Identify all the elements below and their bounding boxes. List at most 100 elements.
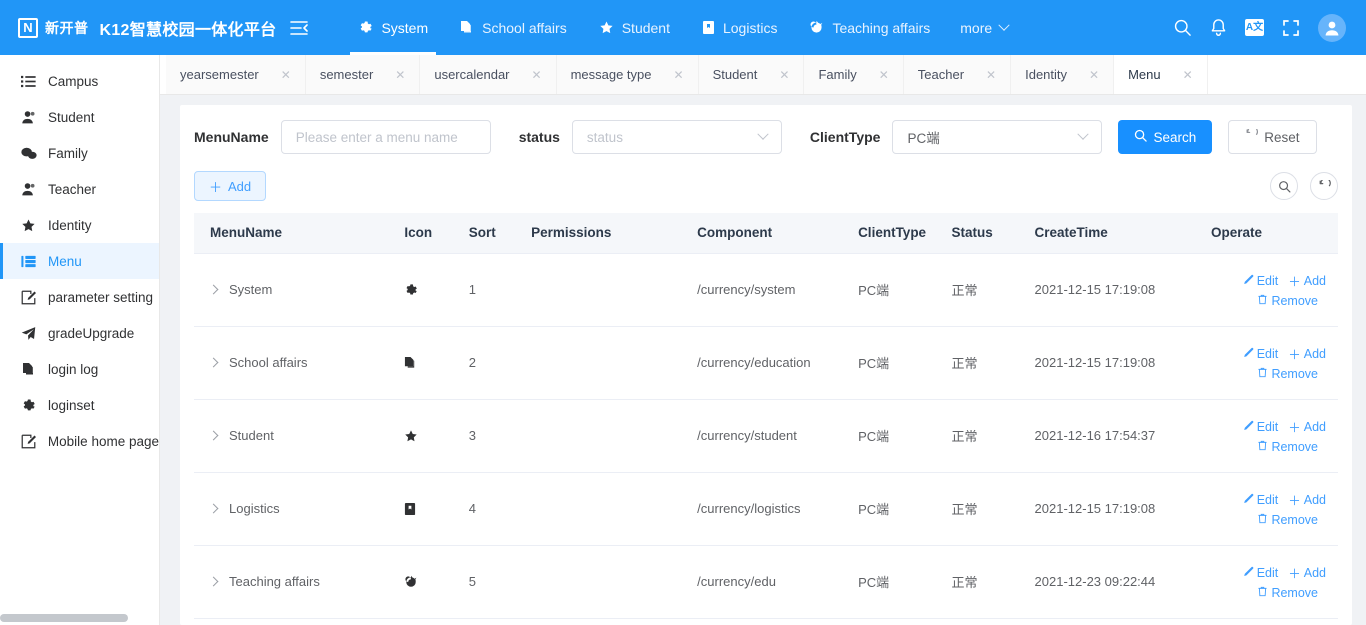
sidebar-item-login-log[interactable]: login log — [0, 351, 159, 387]
avatar[interactable] — [1318, 14, 1346, 42]
tab-message-type[interactable]: message type ✕ — [557, 55, 699, 94]
close-icon[interactable]: ✕ — [779, 69, 789, 81]
status-select[interactable]: status — [572, 120, 782, 154]
edit-link[interactable]: Edit — [1243, 490, 1279, 509]
tab-yearsemester[interactable]: yearsemester ✕ — [166, 55, 306, 94]
cell-component: /currency/logistics — [689, 472, 850, 545]
clienttype-select[interactable]: PC端 — [892, 120, 1102, 154]
page-horizontal-scrollbar[interactable] — [0, 614, 160, 622]
column-header-sort[interactable]: Sort — [461, 213, 523, 253]
topnav-item-logistics[interactable]: Logistics — [686, 0, 793, 55]
remove-link[interactable]: Remove — [1257, 513, 1318, 527]
close-icon[interactable]: ✕ — [879, 69, 889, 81]
tab-usercalendar[interactable]: usercalendar ✕ — [420, 55, 556, 94]
refresh-icon — [1245, 129, 1258, 145]
add-child-link[interactable]: ＋ Add — [1288, 563, 1326, 582]
cell-createtime: 2021-12-23 09:22:44 — [1027, 545, 1203, 618]
brand-logo[interactable]: N 新开普 K12智慧校园一体化平台 — [0, 16, 276, 40]
sidebar-item-menu[interactable]: Menu — [0, 243, 159, 279]
column-header-icon[interactable]: Icon — [396, 213, 460, 253]
remove-link[interactable]: Remove — [1257, 586, 1318, 600]
remove-link[interactable]: Remove — [1257, 440, 1318, 454]
bell-icon[interactable] — [1210, 18, 1227, 37]
close-icon[interactable]: ✕ — [1183, 69, 1193, 81]
sidebar-item-mobile-home-page[interactable]: Mobile home page — [0, 423, 159, 459]
topnav-more-dropdown[interactable]: more — [946, 20, 1022, 36]
menuname-search-input[interactable] — [281, 120, 491, 154]
add-label: Add — [1304, 274, 1326, 288]
topnav-item-school-affairs[interactable]: School affairs — [444, 0, 583, 55]
sidebar-item-teacher[interactable]: Teacher — [0, 171, 159, 207]
sidebar-item-student[interactable]: Student — [0, 99, 159, 135]
table-row[interactable]: System 1 /currency/system PC — [194, 253, 1338, 326]
status-filter-label: status — [519, 129, 560, 145]
tab-semester[interactable]: semester ✕ — [306, 55, 421, 94]
add-child-link[interactable]: ＋ Add — [1288, 271, 1326, 290]
expand-row-icon[interactable] — [209, 358, 219, 368]
translate-icon[interactable]: A文 — [1245, 19, 1264, 36]
table-row[interactable]: Student 3 /currency/student — [194, 399, 1338, 472]
table-body: System 1 /currency/system PC — [194, 253, 1338, 618]
edit-link[interactable]: Edit — [1243, 344, 1279, 363]
column-header-clienttype[interactable]: ClientType — [850, 213, 943, 253]
sidebar-item-loginset[interactable]: loginset — [0, 387, 159, 423]
add-child-link[interactable]: ＋ Add — [1288, 490, 1326, 509]
tab-teacher[interactable]: Teacher ✕ — [904, 55, 1011, 94]
topnav-item-system[interactable]: System — [342, 0, 444, 55]
cell-createtime: 2021-12-16 17:54:37 — [1027, 399, 1203, 472]
remove-link[interactable]: Remove — [1257, 367, 1318, 381]
close-icon[interactable]: ✕ — [986, 69, 996, 81]
topnav-item-teaching-affairs[interactable]: Teaching affairs — [793, 0, 946, 55]
search-icon[interactable] — [1173, 18, 1192, 37]
expand-row-icon[interactable] — [209, 431, 219, 441]
sidebar-item-parameter-setting[interactable]: parameter setting — [0, 279, 159, 315]
close-icon[interactable]: ✕ — [395, 69, 405, 81]
tab-menu[interactable]: Menu ✕ — [1114, 55, 1208, 94]
send-icon — [20, 326, 37, 341]
close-icon[interactable]: ✕ — [674, 69, 684, 81]
expand-row-icon[interactable] — [209, 285, 219, 295]
column-header-menuname[interactable]: MenuName — [194, 213, 396, 253]
refresh-icon[interactable] — [1310, 172, 1338, 200]
remove-link[interactable]: Remove — [1257, 294, 1318, 308]
expand-row-icon[interactable] — [209, 504, 219, 514]
close-icon[interactable]: ✕ — [281, 69, 291, 81]
tab-student[interactable]: Student ✕ — [699, 55, 805, 94]
table-row[interactable]: Teaching affairs 5 /currency/edu — [194, 545, 1338, 618]
column-header-createtime[interactable]: CreateTime — [1027, 213, 1203, 253]
edit-link[interactable]: Edit — [1243, 563, 1279, 582]
sidebar-item-identity[interactable]: Identity — [0, 207, 159, 243]
row-operations: Edit ＋ Add — [1211, 563, 1330, 600]
search-button[interactable]: Search — [1118, 120, 1212, 154]
column-header-permissions[interactable]: Permissions — [523, 213, 689, 253]
sidebar-item-campus[interactable]: Campus — [0, 63, 159, 99]
column-header-status[interactable]: Status — [943, 213, 1026, 253]
column-header-component[interactable]: Component — [689, 213, 850, 253]
table-row[interactable]: School affairs 2 /currency/education — [194, 326, 1338, 399]
cell-createtime: 2021-12-15 17:19:08 — [1027, 326, 1203, 399]
cell-status: 正常 — [943, 545, 1026, 618]
pencil-icon — [1243, 566, 1254, 580]
table-row[interactable]: Logistics 4 /currency/logistics — [194, 472, 1338, 545]
reset-button[interactable]: Reset — [1228, 120, 1316, 154]
close-icon[interactable]: ✕ — [532, 69, 542, 81]
sidebar-item-gradeupgrade[interactable]: gradeUpgrade — [0, 315, 159, 351]
fullscreen-icon[interactable] — [1282, 19, 1300, 37]
scrollbar-thumb[interactable] — [0, 614, 128, 622]
tab-identity[interactable]: Identity ✕ — [1011, 55, 1114, 94]
close-icon[interactable]: ✕ — [1089, 69, 1099, 81]
topnav-item-student[interactable]: Student — [583, 0, 686, 55]
add-button[interactable]: ＋ Add — [194, 171, 266, 201]
add-child-link[interactable]: ＋ Add — [1288, 417, 1326, 436]
sidebar-item-family[interactable]: Family — [0, 135, 159, 171]
edit-link[interactable]: Edit — [1243, 271, 1279, 290]
translate-label: A文 — [1245, 19, 1264, 36]
gear-icon — [358, 20, 373, 35]
tab-family[interactable]: Family ✕ — [804, 55, 903, 94]
edit-link[interactable]: Edit — [1243, 417, 1279, 436]
expand-row-icon[interactable] — [209, 577, 219, 587]
add-child-link[interactable]: ＋ Add — [1288, 344, 1326, 363]
sidebar-collapse-toggle-icon[interactable] — [290, 20, 308, 36]
column-header-operate[interactable]: Operate — [1203, 213, 1338, 253]
search-icon[interactable] — [1270, 172, 1298, 200]
